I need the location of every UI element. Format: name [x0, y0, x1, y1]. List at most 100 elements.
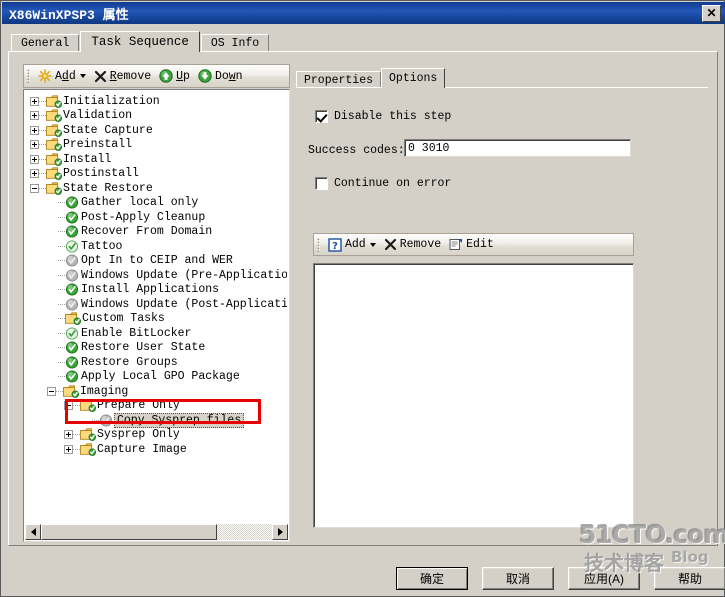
tree-item[interactable]: Validation: [24, 109, 287, 124]
cancel-button[interactable]: 取消: [482, 567, 554, 590]
collapse-icon[interactable]: [64, 401, 73, 411]
tree-item[interactable]: Post-Apply Cleanup: [24, 210, 287, 225]
close-icon[interactable]: ✕: [702, 4, 721, 22]
tree-horizontal-scrollbar[interactable]: [25, 524, 288, 540]
tree-item[interactable]: Prepare Only: [24, 399, 287, 414]
tree-item[interactable]: Custom Tasks: [24, 312, 287, 327]
tree-item[interactable]: Install: [24, 152, 287, 167]
tree-item-label: Capture Image: [97, 442, 187, 456]
move-up-button[interactable]: Up: [155, 66, 194, 86]
tree-item-label: Opt In to CEIP and WER: [81, 254, 233, 268]
tree-connector: [58, 347, 65, 349]
tree-item-label: Prepare Only: [97, 399, 180, 413]
step-tabstrip: Properties Options: [296, 68, 446, 88]
tree-item[interactable]: Copy Sysprep files: [24, 412, 287, 428]
remove-button[interactable]: Remove: [90, 66, 155, 86]
tree-connector: [58, 231, 65, 233]
chevron-down-icon[interactable]: [369, 242, 376, 247]
tree-item[interactable]: Apply Local GPO Package: [24, 370, 287, 385]
tab-options[interactable]: Options: [381, 68, 446, 88]
condition-list[interactable]: [313, 263, 634, 528]
tree-item[interactable]: Postinstall: [24, 167, 287, 182]
expand-icon[interactable]: [30, 125, 39, 135]
tab-properties[interactable]: Properties: [296, 71, 382, 88]
tree-item[interactable]: Capture Image: [24, 442, 287, 457]
move-down-button[interactable]: Down: [194, 66, 247, 86]
disable-step-row[interactable]: Disable this step: [315, 110, 451, 123]
folder-icon: [46, 167, 62, 181]
add-button[interactable]: Add: [34, 66, 90, 86]
tree-item[interactable]: Windows Update (Post-Application: [24, 297, 287, 312]
condition-add-button[interactable]: ? Add: [324, 235, 380, 255]
right-arrow-icon: [277, 528, 283, 536]
tab-task-sequence[interactable]: Task Sequence: [80, 31, 200, 52]
scrollbar-track[interactable]: [41, 524, 272, 540]
tree-item[interactable]: Restore User State: [24, 341, 287, 356]
tree-item[interactable]: State Capture: [24, 123, 287, 138]
tree-item[interactable]: Initialization: [24, 94, 287, 109]
expand-icon[interactable]: [30, 140, 39, 150]
chevron-down-icon[interactable]: [79, 74, 86, 78]
tree-item-label: Apply Local GPO Package: [81, 370, 240, 384]
edit-document-icon: [449, 238, 463, 251]
check-gray-icon: [65, 298, 80, 311]
tree-connector: [92, 419, 99, 421]
apply-button[interactable]: 应用(A): [568, 567, 640, 590]
check-gray-icon: [65, 254, 80, 267]
condition-edit-button[interactable]: Edit: [445, 235, 498, 255]
scroll-left-button[interactable]: [25, 524, 41, 540]
tree-item[interactable]: Restore Groups: [24, 355, 287, 370]
x-icon: [94, 70, 107, 83]
scroll-right-button[interactable]: [272, 524, 288, 540]
folder-icon: [46, 124, 62, 137]
tree-item[interactable]: Tattoo: [24, 239, 287, 254]
expand-icon[interactable]: [30, 96, 39, 106]
tree-item-label: Windows Update (Pre-Application I: [81, 268, 287, 282]
tree-item[interactable]: State Restore: [24, 181, 287, 196]
tree-item[interactable]: Imaging: [24, 384, 287, 399]
continue-on-error-checkbox[interactable]: [315, 177, 328, 190]
tree-connector: [58, 318, 65, 320]
dialog-buttons: 确定 取消 应用(A) 帮助: [396, 567, 725, 590]
tab-os-info[interactable]: OS Info: [200, 34, 270, 52]
toolbar-grip[interactable]: [27, 69, 30, 83]
condition-remove-button[interactable]: Remove: [380, 235, 445, 255]
tree-item[interactable]: Preinstall: [24, 138, 287, 153]
tree-item[interactable]: Windows Update (Pre-Application I: [24, 268, 287, 283]
continue-on-error-row[interactable]: Continue on error: [315, 177, 451, 190]
collapse-icon[interactable]: [47, 386, 56, 396]
tree-item[interactable]: Install Applications: [24, 283, 287, 298]
ok-button[interactable]: 确定: [396, 567, 468, 590]
tree-item-label: Initialization: [63, 94, 160, 108]
tree-item[interactable]: Opt In to CEIP and WER: [24, 254, 287, 269]
tree-item[interactable]: Enable BitLocker: [24, 326, 287, 341]
tree-item[interactable]: Gather local only: [24, 196, 287, 211]
tree-connector: [58, 376, 65, 378]
scrollbar-thumb[interactable]: [41, 524, 217, 540]
expand-icon[interactable]: [30, 111, 39, 121]
tree-connector: [56, 390, 63, 392]
expand-icon[interactable]: [64, 430, 73, 440]
tree-item[interactable]: Sysprep Only: [24, 428, 287, 443]
tree-connector: [58, 260, 65, 262]
expand-icon[interactable]: [64, 444, 73, 454]
tree-item-label: State Capture: [63, 123, 153, 137]
disable-step-checkbox[interactable]: [315, 110, 328, 123]
title-bar: X86WinXPSP3 属性 ✕: [2, 2, 725, 24]
expand-icon[interactable]: [30, 169, 39, 179]
tree-item[interactable]: Recover From Domain: [24, 225, 287, 240]
check-green-icon: [65, 283, 80, 296]
task-sequence-tree[interactable]: Initialization Validation State Capture Pre…: [24, 94, 287, 518]
check-green-icon: [65, 211, 80, 224]
folder-icon: [80, 428, 96, 442]
main-tabstrip: General Task Sequence OS Info: [11, 31, 270, 52]
continue-on-error-label: Continue on error: [334, 177, 452, 190]
tab-general[interactable]: General: [11, 34, 80, 52]
tree-connector: [58, 245, 65, 247]
collapse-icon[interactable]: [30, 183, 39, 193]
expand-icon[interactable]: [30, 154, 39, 164]
success-codes-input[interactable]: 0 3010: [404, 139, 631, 157]
condition-toolbar-grip[interactable]: [317, 237, 320, 252]
folder-icon: [65, 312, 81, 326]
help-button[interactable]: 帮助: [654, 567, 725, 590]
